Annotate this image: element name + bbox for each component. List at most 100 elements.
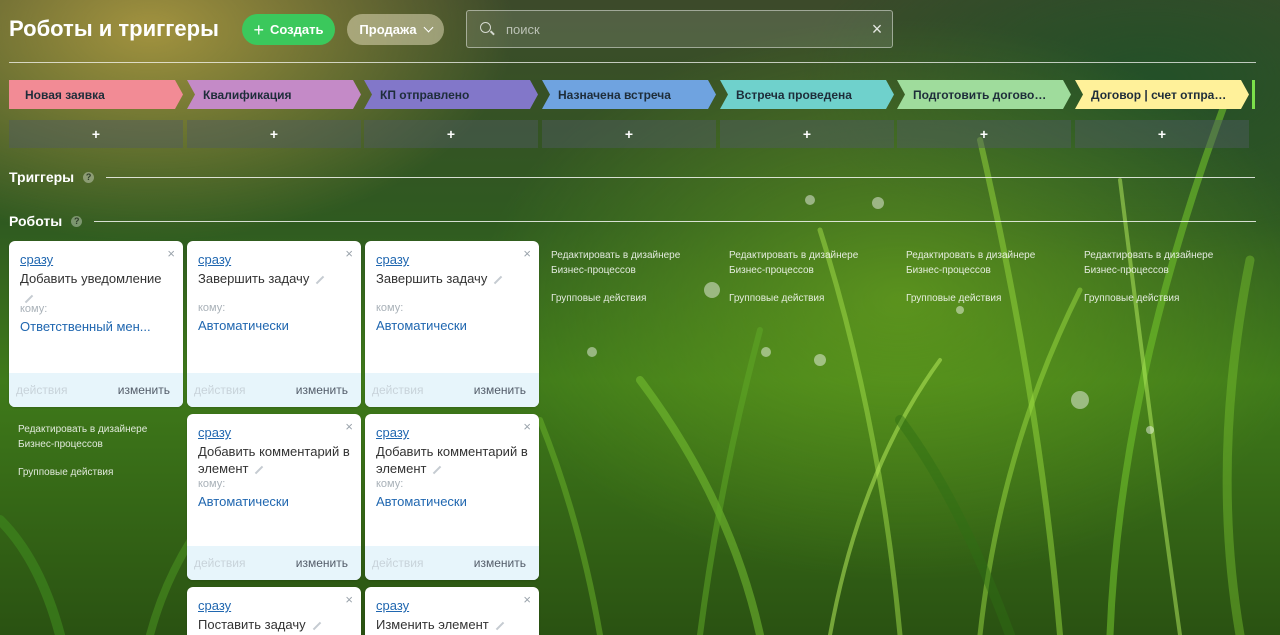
robot-timing-link[interactable]: сразу [198,425,231,440]
stage-meeting-scheduled[interactable]: Назначена встреча [542,80,716,109]
edit-robot-link[interactable]: изменить [474,556,526,570]
recipient-label: кому: [20,303,48,315]
recipient-label: кому: [198,478,226,490]
robot-timing-link[interactable]: сразу [376,598,409,613]
robot-card[interactable]: × сразу Завершить задачу кому: Автоматич… [365,241,539,407]
robot-timing-link[interactable]: сразу [376,252,409,267]
group-actions-link[interactable]: Групповые действия [729,291,894,306]
section-divider [94,220,1257,222]
pencil-icon[interactable] [494,275,503,284]
add-trigger-button[interactable]: + [897,120,1071,148]
robot-name: Добавить уведомление [20,271,162,286]
add-trigger-button[interactable]: + [9,120,183,148]
category-dropdown-label: Продажа [359,22,417,37]
edit-robot-link[interactable]: изменить [474,383,526,397]
group-actions-link[interactable]: Групповые действия [18,465,183,480]
edit-in-designer-link[interactable]: Редактировать в дизайнере Бизнес-процесс… [1084,248,1249,278]
edit-in-designer-link[interactable]: Редактировать в дизайнере Бизнес-процесс… [729,248,894,278]
actions-label: действия [194,383,246,397]
plus-icon: + [253,19,265,40]
pencil-icon[interactable] [316,275,325,284]
pencil-icon[interactable] [433,465,442,474]
edit-robot-link[interactable]: изменить [296,556,348,570]
robot-timing-link[interactable]: сразу [198,252,231,267]
stage-qualification[interactable]: Квалификация [187,80,361,109]
stage-new-request[interactable]: Новая заявка [9,80,183,109]
edit-robot-link[interactable]: изменить [296,383,348,397]
recipient-link[interactable]: Автоматически [198,318,350,333]
category-dropdown[interactable]: Продажа [347,14,444,45]
stage-label: Договор | счет отправ... [1091,87,1227,102]
robot-card[interactable]: × сразу Добавить уведомление кому: Ответ… [9,241,183,407]
robots-title: Роботы [9,213,63,229]
help-icon[interactable]: ? [83,171,95,183]
pencil-icon[interactable] [312,621,321,630]
recipient-link[interactable]: Ответственный мен... [20,319,172,334]
recipient-link[interactable]: Автоматически [198,494,350,509]
stage-label: Квалификация [203,87,292,102]
search-input[interactable] [494,11,862,47]
create-button-label: Создать [270,22,324,37]
group-actions-link[interactable]: Групповые действия [1084,291,1249,306]
recipient-label: кому: [376,478,404,490]
edit-in-designer-link[interactable]: Редактировать в дизайнере Бизнес-процесс… [906,248,1071,278]
robot-name: Поставить задачу [198,617,306,632]
actions-label: действия [372,383,424,397]
group-actions-link[interactable]: Групповые действия [551,291,716,306]
pencil-icon[interactable] [255,465,264,474]
close-icon[interactable]: × [345,593,353,606]
recipient-link[interactable]: Автоматически [376,318,528,333]
robot-timing-link[interactable]: сразу [198,598,231,613]
add-trigger-button[interactable]: + [542,120,716,148]
close-icon[interactable]: × [345,420,353,433]
group-actions-link[interactable]: Групповые действия [906,291,1071,306]
robot-name: Завершить задачу [376,271,488,286]
edit-in-designer-link[interactable]: Редактировать в дизайнере Бизнес-процесс… [18,422,183,452]
robots-section-header: Роботы ? [9,213,1257,229]
recipient-label: кому: [376,302,404,314]
edit-robot-link[interactable]: изменить [118,383,170,397]
actions-label: действия [372,556,424,570]
column-links: Редактировать в дизайнере Бизнес-процесс… [1084,248,1249,306]
robot-card[interactable]: × сразу Изменить элемент [365,587,539,635]
robot-card[interactable]: × сразу Завершить задачу кому: Автоматич… [187,241,361,407]
robot-card[interactable]: × сразу Добавить комментарий в элемент к… [187,414,361,580]
stage-offer-sent[interactable]: КП отправлено [364,80,538,109]
stage-meeting-held[interactable]: Встреча проведена [720,80,894,109]
pencil-icon[interactable] [24,294,34,303]
actions-label: действия [16,383,68,397]
recipient-label: кому: [198,302,226,314]
add-trigger-button[interactable]: + [720,120,894,148]
add-trigger-button[interactable]: + [364,120,538,148]
header-divider [9,62,1256,63]
stage-contract-sent[interactable]: Договор | счет отправ... [1075,80,1249,109]
stage-label: Назначена встреча [558,87,671,102]
clear-search-icon[interactable]: × [862,19,892,40]
stage-label: КП отправлено [380,87,470,102]
close-icon[interactable]: × [167,247,175,260]
close-icon[interactable]: × [523,420,531,433]
add-trigger-button[interactable]: + [187,120,361,148]
stage-label: Новая заявка [25,87,105,102]
search-icon [480,22,495,36]
robot-timing-link[interactable]: сразу [20,252,53,267]
robot-timing-link[interactable]: сразу [376,425,409,440]
stage-label: Встреча проведена [736,87,852,102]
robot-card[interactable]: × сразу Поставить задачу [187,587,361,635]
add-trigger-button[interactable]: + [1075,120,1249,148]
actions-label: действия [194,556,246,570]
close-icon[interactable]: × [345,247,353,260]
recipient-link[interactable]: Автоматически [376,494,528,509]
robot-name: Завершить задачу [198,271,310,286]
pencil-icon[interactable] [495,621,504,630]
help-icon[interactable]: ? [71,215,83,227]
column-links: Редактировать в дизайнере Бизнес-процесс… [18,422,183,480]
close-icon[interactable]: × [523,247,531,260]
chevron-down-icon [423,22,434,33]
stage-prepare-contract[interactable]: Подготовить договор | ... [897,80,1071,109]
edit-in-designer-link[interactable]: Редактировать в дизайнере Бизнес-процесс… [551,248,716,278]
close-icon[interactable]: × [523,593,531,606]
create-button[interactable]: + Создать [242,14,335,45]
robot-card[interactable]: × сразу Добавить комментарий в элемент к… [365,414,539,580]
section-divider [106,176,1256,178]
